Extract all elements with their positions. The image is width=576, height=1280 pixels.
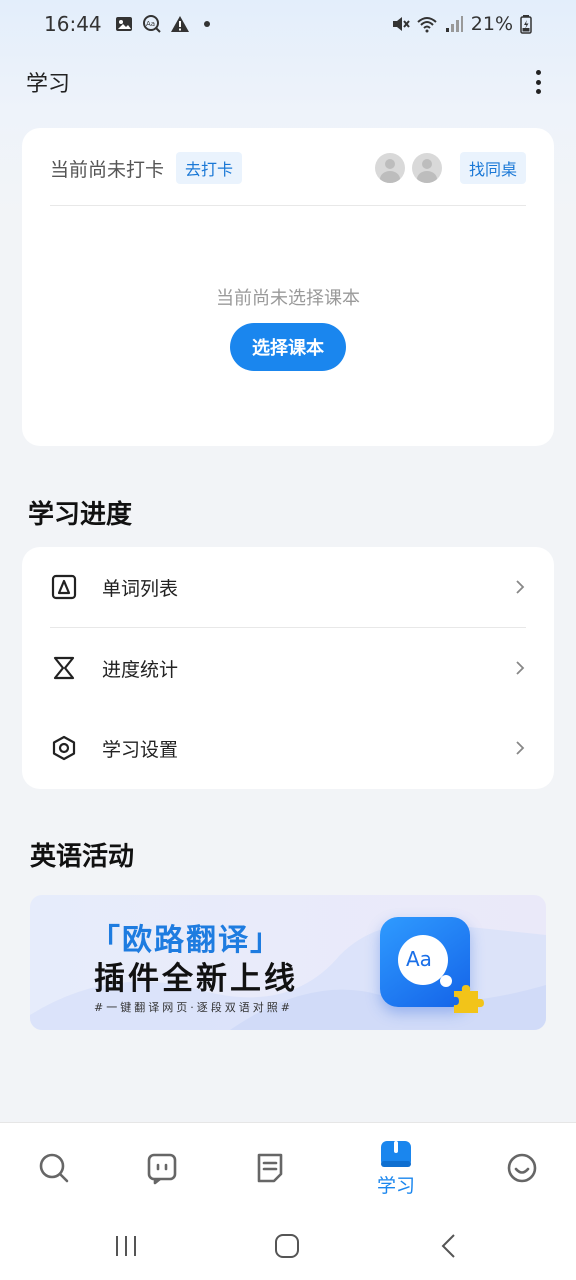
activity-section-title: 英语活动 [30, 842, 135, 872]
more-dot-icon [535, 79, 541, 85]
robot-icon [147, 1153, 177, 1185]
divider [50, 205, 526, 206]
more-dot-icon [535, 70, 541, 75]
nav-me[interactable] [482, 1123, 562, 1213]
smile-icon [507, 1153, 537, 1183]
banner-subtitle: #一键翻译网页·逐段双语对照# [94, 1001, 293, 1014]
list-item-label: 单词列表 [102, 577, 179, 600]
mute-icon [392, 17, 410, 31]
checkin-row: 当前尚未打卡 去打卡 找同桌 [50, 152, 526, 184]
checkin-status-text: 当前尚未打卡 [50, 158, 165, 181]
banner-title-line2: 插件全新上线 [94, 961, 298, 997]
list-item-word-list[interactable]: 单词列表 [22, 547, 554, 627]
avatar [411, 153, 442, 183]
list-item-label: 学习设置 [102, 738, 179, 761]
chevron-right-icon [516, 580, 525, 594]
find-partner-button[interactable]: 找同桌 [459, 152, 526, 184]
nav-assistant[interactable] [122, 1123, 202, 1213]
page-header: 学习 [0, 58, 576, 106]
battery-percent: 21% [470, 13, 513, 35]
back-icon[interactable] [434, 1232, 464, 1260]
book-icon [381, 1140, 411, 1167]
signal-icon [445, 16, 463, 32]
status-bar: 16:44 Aa 21% [0, 0, 576, 48]
hourglass-icon [50, 654, 78, 682]
gallery-icon [115, 17, 132, 31]
nav-study-label: 学习 [376, 1174, 415, 1197]
list-item-label: 进度统计 [102, 658, 179, 681]
recent-apps-icon[interactable] [112, 1232, 142, 1260]
study-page: 16:44 Aa 21% 学习 当前尚未打卡 去打卡 找同桌 当前尚未选择课本 … [0, 0, 576, 1280]
more-dot-icon [535, 89, 541, 94]
word-list-icon [50, 573, 78, 601]
chevron-right-icon [516, 661, 525, 675]
system-navigation-bar [0, 1212, 576, 1280]
empty-textbook-text: 当前尚未选择课本 [216, 288, 360, 309]
nav-search[interactable] [14, 1123, 94, 1213]
select-textbook-button[interactable]: 选择课本 [230, 323, 346, 371]
chevron-right-icon [516, 741, 525, 755]
document-icon [257, 1153, 283, 1183]
wifi-icon [417, 17, 437, 33]
status-time: 16:44 [44, 12, 102, 36]
avatar [374, 153, 405, 183]
dictionary-icon: Aa [142, 15, 161, 33]
partner-avatars [374, 153, 442, 183]
checkin-card: 当前尚未打卡 去打卡 找同桌 当前尚未选择课本 选择课本 [22, 128, 554, 446]
activity-banner[interactable]: 「欧路翻译」 插件全新上线 #一键翻译网页·逐段双语对照# Aa [30, 895, 546, 1030]
nav-notes[interactable] [230, 1123, 310, 1213]
svg-text:Aa: Aa [146, 20, 155, 28]
search-icon [39, 1153, 69, 1183]
battery-icon [520, 15, 532, 34]
more-options-button[interactable] [526, 67, 550, 97]
page-title: 学习 [26, 72, 71, 97]
home-icon[interactable] [272, 1232, 302, 1260]
list-item-study-settings[interactable]: 学习设置 [22, 708, 554, 788]
alert-icon [170, 16, 189, 32]
list-item-progress-stats[interactable]: 进度统计 [22, 628, 554, 708]
progress-list: 单词列表 进度统计 学习设置 [22, 547, 554, 789]
notification-dot [203, 21, 210, 27]
logo-text: Aa [406, 947, 432, 971]
bottom-navigation: 学习 [0, 1122, 576, 1212]
progress-section-title: 学习进度 [28, 500, 133, 530]
settings-icon [50, 734, 78, 762]
nav-study[interactable]: 学习 [356, 1123, 436, 1213]
checkin-button[interactable]: 去打卡 [176, 152, 243, 184]
puzzle-piece-icon [454, 985, 484, 1013]
